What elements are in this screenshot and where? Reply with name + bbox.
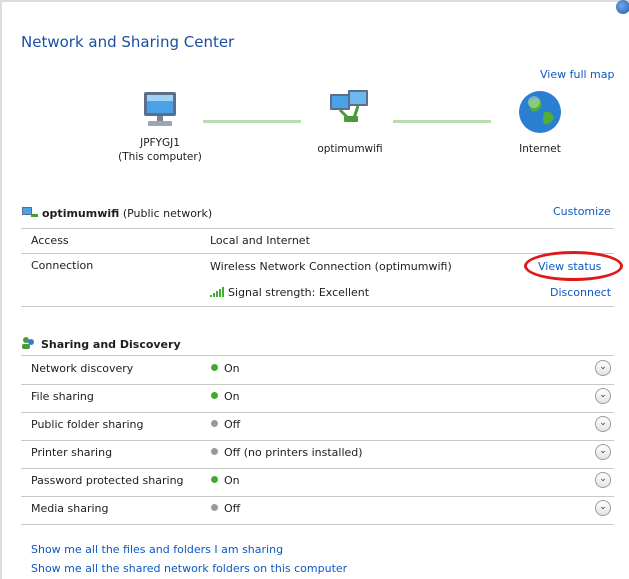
sharing-row-value: Off (no printers installed) (211, 446, 363, 459)
status-off-icon (211, 448, 218, 455)
sharing-row-value: On (211, 390, 240, 403)
sharing-row-file-sharing[interactable]: File sharing On ⌄ (21, 385, 614, 412)
map-node-computer[interactable]: JPFYGJ1 (This computer) (110, 88, 210, 164)
sharing-row-value: On (211, 474, 240, 487)
status-on-icon (211, 476, 218, 483)
sharing-row-printer[interactable]: Printer sharing Off (no printers install… (21, 441, 614, 468)
sharing-row-network-discovery[interactable]: Network discovery On ⌄ (21, 357, 614, 384)
status-on-icon (211, 364, 218, 371)
divider (21, 253, 614, 254)
show-shared-files-link[interactable]: Show me all the files and folders I am s… (31, 543, 283, 556)
map-node-network[interactable]: optimumwifi (300, 88, 400, 156)
sharing-row-password[interactable]: Password protected sharing On ⌄ (21, 469, 614, 496)
customize-link[interactable]: Customize (553, 205, 611, 218)
map-node-internet[interactable]: Internet (490, 88, 590, 156)
sharing-title: Sharing and Discovery (41, 338, 181, 351)
network-icon (330, 90, 368, 122)
signal-bars-icon (210, 287, 224, 297)
signal-strength: Signal strength: Excellent (210, 286, 369, 299)
status-text: On (224, 474, 240, 487)
signal-text: Signal strength: Excellent (228, 286, 370, 299)
page-title: Network and Sharing Center (21, 33, 235, 51)
sharing-row-label: Printer sharing (31, 446, 113, 459)
divider (21, 306, 614, 307)
sharing-row-label: Media sharing (31, 502, 109, 515)
sharing-row-label: Password protected sharing (31, 474, 184, 487)
expand-chevron-icon[interactable]: ⌄ (595, 500, 611, 516)
highlight-oval (524, 251, 623, 281)
divider (21, 228, 614, 229)
status-text: On (224, 362, 240, 375)
help-icon[interactable] (616, 0, 629, 14)
connection-value: Wireless Network Connection (optimumwifi… (210, 260, 452, 273)
expand-chevron-icon[interactable]: ⌄ (595, 416, 611, 432)
expand-chevron-icon[interactable]: ⌄ (595, 360, 611, 376)
network-name-heading: optimumwifi (42, 207, 120, 220)
network-header: optimumwifi (Public network) (21, 205, 212, 220)
computer-sub-label: (This computer) (118, 151, 202, 163)
network-name: optimumwifi (317, 143, 383, 155)
status-text: Off (no printers installed) (224, 446, 363, 459)
map-link-line (393, 120, 491, 123)
expand-chevron-icon[interactable]: ⌄ (595, 444, 611, 460)
expand-chevron-icon[interactable]: ⌄ (595, 472, 611, 488)
sharing-row-value: Off (211, 418, 240, 431)
network-type: (Public network) (122, 207, 213, 220)
sharing-row-value: On (211, 362, 240, 375)
show-shared-folders-link[interactable]: Show me all the shared network folders o… (31, 562, 347, 575)
map-link-line (203, 120, 301, 123)
status-text: On (224, 390, 240, 403)
disconnect-link[interactable]: Disconnect (550, 286, 611, 299)
divider (21, 524, 614, 525)
view-full-map-link[interactable]: View full map (540, 68, 615, 81)
sharing-row-public-folder[interactable]: Public folder sharing Off ⌄ (21, 413, 614, 440)
status-off-icon (211, 504, 218, 511)
status-text: Off (224, 418, 241, 431)
expand-chevron-icon[interactable]: ⌄ (595, 388, 611, 404)
globe-icon (519, 91, 561, 133)
sharing-icon (22, 337, 34, 349)
sharing-row-label: File sharing (31, 390, 94, 403)
sharing-row-label: Public folder sharing (31, 418, 144, 431)
status-text: Off (224, 502, 241, 515)
sharing-row-label: Network discovery (31, 362, 134, 375)
window-border-top (0, 0, 629, 2)
access-value: Local and Internet (210, 234, 310, 247)
sharing-row-value: Off (211, 502, 240, 515)
status-off-icon (211, 420, 218, 427)
computer-icon (144, 92, 176, 126)
internet-label: Internet (519, 143, 561, 155)
access-label: Access (31, 234, 69, 247)
network-small-icon (22, 207, 38, 217)
sharing-row-media[interactable]: Media sharing Off ⌄ (21, 497, 614, 524)
connection-label: Connection (31, 259, 94, 272)
divider (21, 355, 614, 356)
sharing-header: Sharing and Discovery (21, 336, 181, 351)
window-border-left (0, 0, 2, 579)
computer-name: JPFYGJ1 (140, 137, 180, 149)
status-on-icon (211, 392, 218, 399)
